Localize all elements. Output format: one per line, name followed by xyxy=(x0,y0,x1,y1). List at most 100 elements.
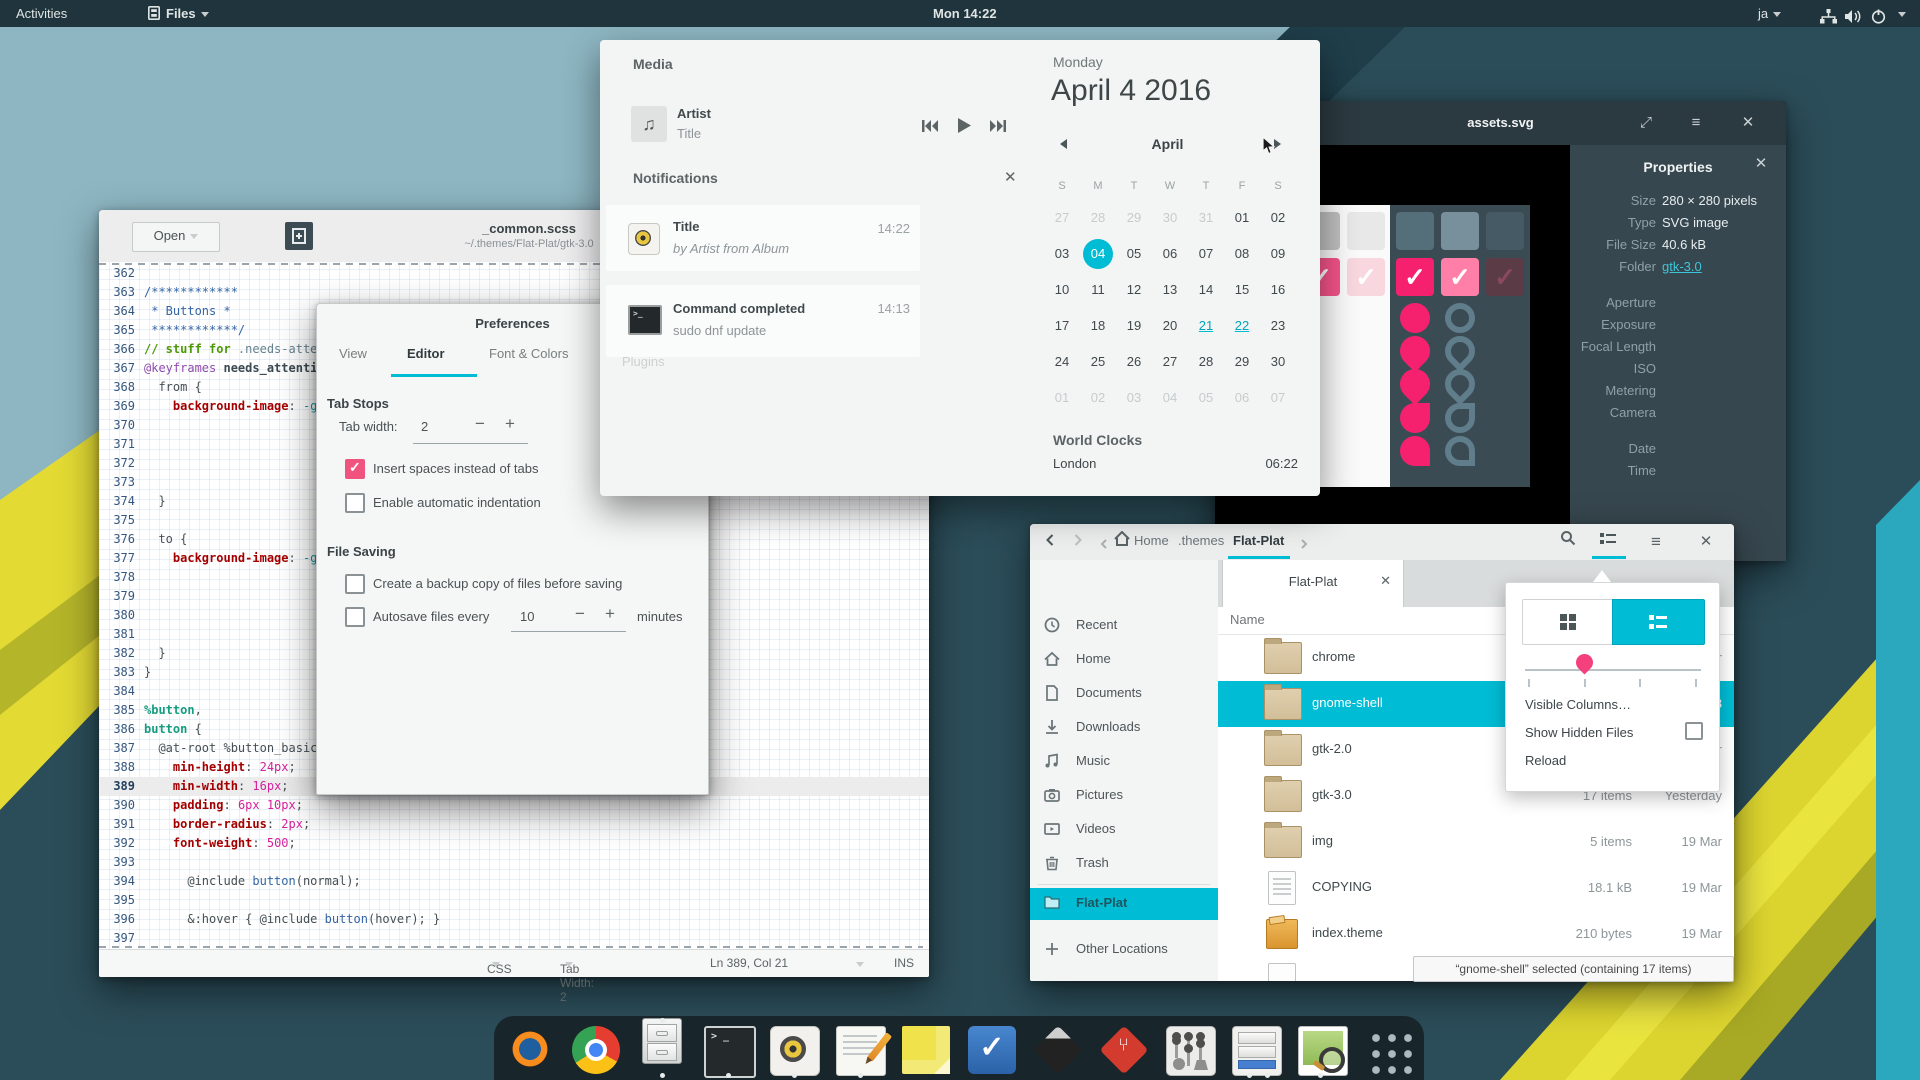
tasks-icon[interactable]: ✓ xyxy=(968,1026,1016,1074)
autosave-minus[interactable]: − xyxy=(575,604,585,624)
system-panel-icon[interactable] xyxy=(1232,1026,1282,1076)
close-icon[interactable]: ✕ xyxy=(1694,530,1718,554)
calendar-day[interactable]: 01 xyxy=(1224,200,1260,236)
code-line[interactable]: 391 border-radius: 2px; xyxy=(99,815,929,834)
search-icon[interactable] xyxy=(1556,530,1580,554)
show-applications-icon[interactable] xyxy=(1364,1026,1412,1074)
show-hidden-checkbox[interactable] xyxy=(1685,722,1703,740)
home-icon[interactable] xyxy=(1110,530,1134,554)
notification-media[interactable]: Title by Artist from Album 14:22 xyxy=(606,205,920,271)
calendar-day[interactable]: 16 xyxy=(1260,272,1296,308)
tab-width-value[interactable]: 2 xyxy=(421,419,428,434)
activities-button[interactable]: Activities xyxy=(16,0,67,27)
clear-notifications-icon[interactable]: ✕ xyxy=(1004,168,1017,186)
sidebar-item-documents[interactable]: Documents xyxy=(1030,678,1218,710)
fullscreen-icon[interactable]: ⤢ xyxy=(1635,112,1657,134)
calendar-day[interactable]: 21 xyxy=(1188,308,1224,344)
volume-icon[interactable] xyxy=(1845,6,1862,33)
code-line[interactable]: 393 xyxy=(99,853,929,872)
calendar-day[interactable]: 28 xyxy=(1188,344,1224,380)
menu-item-reload[interactable]: Reload xyxy=(1525,753,1566,768)
autosave-checkbox[interactable] xyxy=(345,607,365,627)
breadcrumb-themes[interactable]: .themes xyxy=(1178,533,1224,548)
calendar-day[interactable]: 03 xyxy=(1116,380,1152,416)
calendar-day[interactable]: 30 xyxy=(1152,200,1188,236)
rhythmbox-icon[interactable] xyxy=(770,1026,820,1076)
calendar-day[interactable]: 15 xyxy=(1224,272,1260,308)
next-track-icon[interactable] xyxy=(990,120,1006,135)
tab-view[interactable]: View xyxy=(339,346,367,361)
calendar-day[interactable]: 05 xyxy=(1188,380,1224,416)
calendar-day[interactable]: 29 xyxy=(1224,344,1260,380)
sidebar-item-other-locations[interactable]: Other Locations xyxy=(1030,934,1218,966)
calendar-day[interactable]: 31 xyxy=(1188,200,1224,236)
clock[interactable]: Mon 14:22 xyxy=(933,0,997,27)
calendar-day[interactable]: 19 xyxy=(1116,308,1152,344)
menu-item-show-hidden[interactable]: Show Hidden Files xyxy=(1525,725,1633,740)
menu-icon[interactable]: ≡ xyxy=(1685,112,1707,134)
calendar-day[interactable]: 03 xyxy=(1044,236,1080,272)
forward-icon[interactable] xyxy=(1066,530,1090,554)
calendar-day[interactable]: 27 xyxy=(1044,200,1080,236)
insert-spaces-checkbox[interactable] xyxy=(345,459,365,479)
list-view-button[interactable] xyxy=(1612,599,1705,645)
calendar-day[interactable]: 01 xyxy=(1044,380,1080,416)
breadcrumb-current[interactable]: Flat-Plat xyxy=(1233,533,1284,548)
calendar-day[interactable]: 20 xyxy=(1152,308,1188,344)
firefox-icon[interactable] xyxy=(506,1026,554,1074)
tab-editor[interactable]: Editor xyxy=(407,346,445,361)
network-icon[interactable] xyxy=(1820,6,1837,33)
notes-icon[interactable] xyxy=(836,1026,886,1076)
calendar-day[interactable]: 28 xyxy=(1080,200,1116,236)
sidebar-item-music[interactable]: Music xyxy=(1030,746,1218,778)
close-icon[interactable]: ✕ xyxy=(1737,112,1759,134)
backup-checkbox[interactable] xyxy=(345,574,365,594)
file-row-index-theme[interactable]: index.theme210 bytes19 Mar xyxy=(1218,911,1734,957)
notification-terminal[interactable]: >_ Command completed sudo dnf update 14:… xyxy=(606,285,920,357)
calendar-day[interactable]: 18 xyxy=(1080,308,1116,344)
calendar-day[interactable]: 17 xyxy=(1044,308,1080,344)
calendar-day[interactable]: 27 xyxy=(1152,344,1188,380)
world-clocks-heading[interactable]: World Clocks xyxy=(1053,432,1142,448)
sidebar-item-videos[interactable]: Videos xyxy=(1030,814,1218,846)
file-row-img[interactable]: img5 items19 Mar xyxy=(1218,819,1734,865)
previous-track-icon[interactable] xyxy=(922,120,938,135)
calendar-day[interactable]: 26 xyxy=(1116,344,1152,380)
sidebar-item-pictures[interactable]: Pictures xyxy=(1030,780,1218,812)
code-line[interactable]: 394 @include button(normal); xyxy=(99,872,929,891)
tab-font-colors[interactable]: Font & Colors xyxy=(489,346,568,361)
sticky-notes-icon[interactable] xyxy=(902,1026,950,1074)
sidebar-item-recent[interactable]: Recent xyxy=(1030,610,1218,642)
tab-close-icon[interactable]: ✕ xyxy=(1380,573,1391,589)
breadcrumb-home[interactable]: Home xyxy=(1134,533,1169,548)
calendar-day[interactable]: 29 xyxy=(1116,200,1152,236)
play-icon[interactable] xyxy=(958,118,971,136)
sidebar-item-flat-plat[interactable]: Flat-Plat xyxy=(1030,888,1218,920)
calendar-day[interactable]: 30 xyxy=(1260,344,1296,380)
auto-indent-checkbox[interactable] xyxy=(345,493,365,513)
code-line[interactable]: 392 font-weight: 500; xyxy=(99,834,929,853)
view-options-icon[interactable] xyxy=(1596,530,1620,554)
system-menu-caret[interactable] xyxy=(1893,0,1906,27)
tweaks-icon[interactable] xyxy=(1166,1026,1216,1076)
tab-flat-plat[interactable]: Flat-Plat ✕ xyxy=(1222,560,1404,607)
tab-width-plus[interactable]: + xyxy=(505,414,515,434)
calendar-day[interactable]: 23 xyxy=(1260,308,1296,344)
keyboard-layout-indicator[interactable]: ja xyxy=(1758,0,1781,27)
calendar-day[interactable]: 04 xyxy=(1152,380,1188,416)
calendar-day[interactable]: 09 xyxy=(1260,236,1296,272)
calendar-day[interactable]: 13 xyxy=(1152,272,1188,308)
calendar-day[interactable]: 10 xyxy=(1044,272,1080,308)
window-menu-icon[interactable]: ≡ xyxy=(1644,530,1668,554)
open-button[interactable]: Open xyxy=(132,222,220,252)
code-line[interactable]: 395 xyxy=(99,891,929,910)
terminal-icon[interactable] xyxy=(704,1026,756,1078)
calendar-day[interactable]: 02 xyxy=(1080,380,1116,416)
code-line[interactable]: 390 padding: 6px 10px; xyxy=(99,796,929,815)
new-document-button[interactable] xyxy=(285,222,313,250)
calendar-day[interactable]: 07 xyxy=(1260,380,1296,416)
calendar-day[interactable]: 02 xyxy=(1260,200,1296,236)
inkscape-icon[interactable] xyxy=(1034,1026,1083,1075)
menu-item-visible-columns[interactable]: Visible Columns… xyxy=(1525,697,1631,712)
zoom-slider-track[interactable] xyxy=(1525,669,1701,671)
